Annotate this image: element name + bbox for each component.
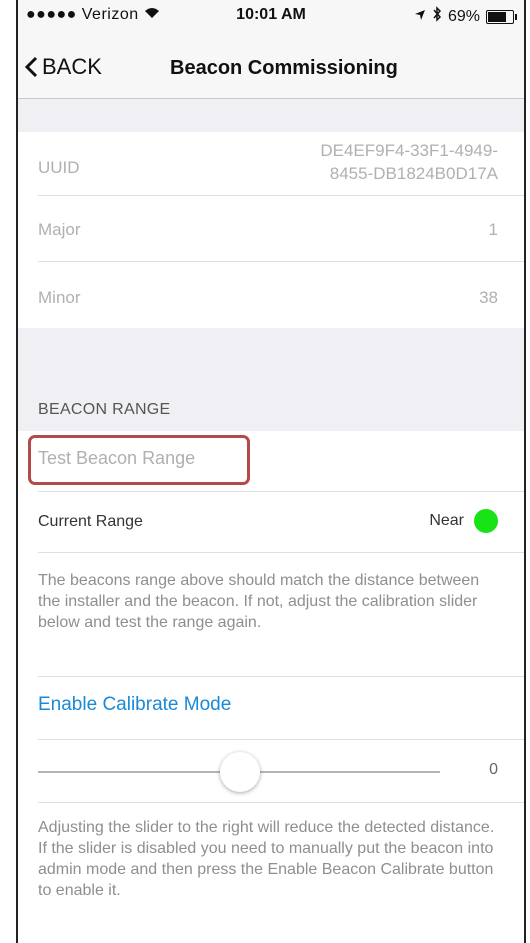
uuid-value-line1: DE4EF9F4-33F1-4949- bbox=[320, 141, 498, 160]
chevron-left-icon bbox=[24, 56, 38, 78]
minor-row: Minor 38 bbox=[38, 262, 524, 328]
calibration-help-text: Adjusting the slider to the right will r… bbox=[38, 819, 495, 899]
current-range-value: Near bbox=[429, 512, 464, 530]
divider bbox=[38, 676, 524, 677]
slider-value: 0 bbox=[489, 761, 498, 778]
current-range-label: Current Range bbox=[38, 513, 143, 530]
uuid-label: UUID bbox=[38, 158, 80, 177]
minor-value: 38 bbox=[479, 288, 498, 307]
location-arrow-icon bbox=[414, 8, 426, 26]
uuid-value-line2: 8455-DB1824B0D17A bbox=[329, 164, 498, 183]
range-status-dot bbox=[474, 509, 498, 533]
navigation-bar: BACK Beacon Commissioning bbox=[18, 30, 524, 99]
battery-percent: 69% bbox=[447, 7, 480, 25]
back-button[interactable]: BACK bbox=[24, 54, 102, 80]
divider bbox=[38, 739, 524, 740]
highlight-annotation bbox=[28, 435, 250, 485]
major-row: Major 1 bbox=[38, 196, 524, 262]
minor-label: Minor bbox=[38, 288, 81, 307]
major-label: Major bbox=[38, 220, 81, 239]
beacon-info-group: UUID DE4EF9F4-33F1-4949- 8455-DB1824B0D1… bbox=[18, 132, 524, 328]
phone-frame: ●●●●● Verizon 10:01 AM 69% BACK Beacon C… bbox=[16, 0, 526, 943]
divider bbox=[38, 802, 524, 803]
page-title: Beacon Commissioning bbox=[170, 57, 398, 79]
current-range-row: Current Range Near bbox=[38, 492, 524, 553]
battery-icon bbox=[486, 9, 517, 24]
current-range-value-group: Near bbox=[429, 509, 498, 533]
enable-calibrate-mode-link[interactable]: Enable Calibrate Mode bbox=[38, 694, 231, 716]
calibration-slider-knob[interactable] bbox=[220, 752, 260, 792]
status-right: 69% bbox=[414, 6, 517, 27]
major-value: 1 bbox=[488, 220, 498, 239]
battery-fill bbox=[488, 11, 506, 22]
beacon-range-header: BEACON RANGE bbox=[38, 401, 171, 418]
range-help-text: The beacons range above should match the… bbox=[38, 572, 480, 631]
back-label: BACK bbox=[42, 54, 102, 79]
uuid-row: UUID DE4EF9F4-33F1-4949- 8455-DB1824B0D1… bbox=[38, 132, 524, 196]
bluetooth-icon bbox=[432, 6, 442, 27]
status-bar: ●●●●● Verizon 10:01 AM 69% bbox=[18, 0, 524, 30]
